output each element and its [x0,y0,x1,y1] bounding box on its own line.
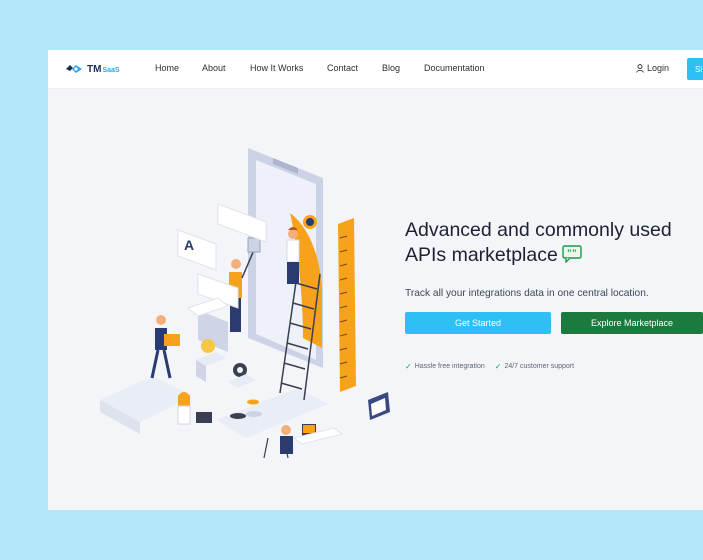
nav-link-blog[interactable]: Blog [382,63,400,73]
hero-headline-text: Advanced and commonly used APIs marketpl… [405,219,672,266]
ruler [338,218,356,392]
check-icon: ✓ [405,362,412,371]
login-link[interactable]: Login [636,63,669,73]
browser-page: TM SaaS Home About How It Works Contact … [48,50,703,510]
feature-list: ✓ Hassle free integration ✓ 24/7 custome… [405,362,584,371]
nav-link-home[interactable]: Home [155,63,179,73]
feature-label: Hassle free integration [414,363,485,370]
feature-label: 24/7 customer support [504,363,575,370]
hero-illustration: A [100,148,390,458]
nav-link-how-it-works[interactable]: How It Works [250,63,303,73]
nav-link-contact[interactable]: Contact [327,63,358,73]
nav-link-about[interactable]: About [202,63,226,73]
feature-item: ✓ 24/7 customer support [495,362,574,371]
explore-marketplace-button[interactable]: Explore Marketplace [561,312,703,334]
svg-text:”: ” [572,248,577,258]
hero-subtitle: Track all your integrations data in one … [405,288,649,299]
top-navbar: TM SaaS Home About How It Works Contact … [48,50,703,89]
brand-logo[interactable]: TM SaaS [64,62,120,76]
check-icon: ✓ [494,362,502,371]
svg-text:”: ” [567,248,572,258]
hero-headline: Advanced and commonly used APIs marketpl… [405,218,703,268]
get-started-button[interactable]: Get Started [405,312,551,334]
signup-label: Si [695,64,703,74]
svg-text:A: A [184,237,194,253]
chat-quote-icon: ” ” [562,245,582,263]
logo-text-sub: SaaS [102,66,120,74]
signup-button[interactable]: Si [687,58,703,80]
logo-mark-icon [66,65,82,73]
login-label: Login [647,63,670,73]
user-icon [636,63,644,73]
logo-text-main: TM [87,63,102,75]
feature-item: ✓ Hassle free integration [405,362,485,371]
nav-link-documentation[interactable]: Documentation [424,63,485,73]
